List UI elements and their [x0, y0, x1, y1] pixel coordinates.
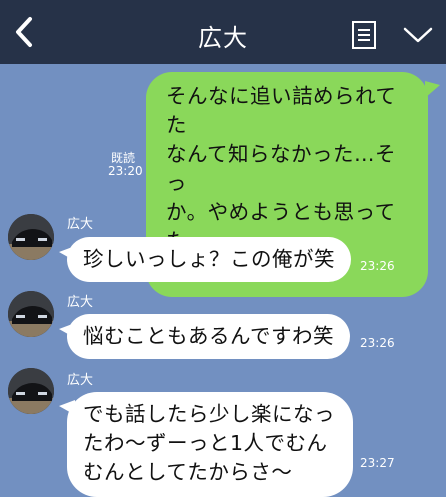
message-time: 23:27	[360, 456, 395, 470]
message-time: 23:26	[360, 336, 395, 350]
chat-header: 広大	[0, 0, 446, 64]
avatar[interactable]	[8, 291, 54, 337]
note-icon[interactable]	[351, 20, 377, 50]
incoming-message-bubble[interactable]: 珍しいっしょ？この俺が笑	[67, 237, 351, 282]
message-text: 珍しいっしょ？この俺が笑	[83, 247, 335, 271]
message-line: でも話したら少し楽になっ	[83, 402, 335, 426]
message-line: そんなに追い詰められてた	[166, 84, 397, 137]
message-line: むんとしてたからさ〜	[83, 460, 293, 484]
avatar[interactable]	[8, 214, 54, 260]
car-photo-icon	[8, 291, 54, 337]
message-text: 悩むこともあるんですわ笑	[83, 324, 334, 348]
message-line: たわ〜ずーっと1人でむん	[83, 431, 328, 455]
car-photo-icon	[8, 368, 54, 414]
incoming-message-bubble[interactable]: 悩むこともあるんですわ笑	[67, 314, 350, 359]
chevron-down-icon[interactable]	[402, 24, 434, 46]
message-time: 23:20	[108, 164, 143, 178]
message-time: 23:26	[360, 259, 395, 273]
car-photo-icon	[8, 214, 54, 260]
message-line: なんて知らなかった…そっ	[166, 142, 396, 195]
sender-name: 広大	[67, 295, 94, 310]
chat-title: 広大	[198, 24, 248, 52]
sender-name: 広大	[67, 217, 94, 232]
avatar[interactable]	[8, 368, 54, 414]
sender-name: 広大	[67, 373, 94, 388]
incoming-message-bubble[interactable]: でも話したら少し楽になっ たわ〜ずーっと1人でむん むんとしてたからさ〜	[67, 392, 353, 497]
